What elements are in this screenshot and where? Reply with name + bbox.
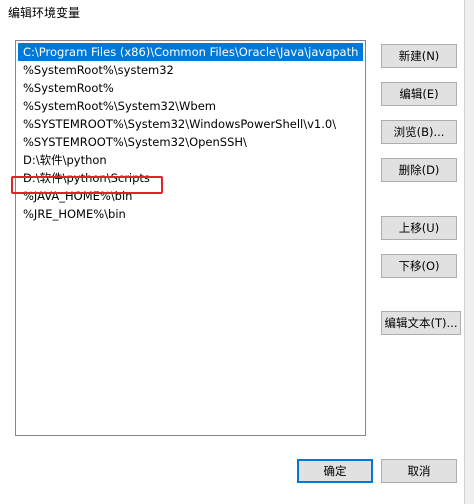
list-item[interactable]: D:\软件\python bbox=[18, 151, 363, 169]
edit-button[interactable]: 编辑(E) bbox=[381, 82, 457, 106]
list-item[interactable]: %SystemRoot%\system32 bbox=[18, 61, 363, 79]
list-item[interactable]: %SYSTEMROOT%\System32\OpenSSH\ bbox=[18, 133, 363, 151]
browse-button[interactable]: 浏览(B)... bbox=[381, 120, 457, 144]
path-list[interactable]: C:\Program Files (x86)\Common Files\Orac… bbox=[15, 40, 366, 436]
list-item[interactable]: %JRE_HOME%\bin bbox=[18, 205, 363, 223]
delete-button[interactable]: 删除(D) bbox=[381, 158, 457, 182]
list-item[interactable]: %SYSTEMROOT%\System32\WindowsPowerShell\… bbox=[18, 115, 363, 133]
title-bar: 编辑环境变量 bbox=[0, 0, 474, 28]
list-item[interactable]: C:\Program Files (x86)\Common Files\Orac… bbox=[18, 43, 363, 61]
new-button[interactable]: 新建(N) bbox=[381, 44, 457, 68]
window-edge bbox=[464, 0, 474, 504]
list-item[interactable]: %SystemRoot% bbox=[18, 79, 363, 97]
ok-button[interactable]: 确定 bbox=[297, 459, 373, 483]
list-item[interactable]: %SystemRoot%\System32\Wbem bbox=[18, 97, 363, 115]
highlight-annotation bbox=[11, 176, 163, 194]
dialog-title: 编辑环境变量 bbox=[8, 6, 81, 20]
edit-text-button[interactable]: 编辑文本(T)... bbox=[381, 311, 461, 335]
move-down-button[interactable]: 下移(O) bbox=[381, 254, 457, 278]
move-up-button[interactable]: 上移(U) bbox=[381, 216, 457, 240]
edit-env-var-dialog: 编辑环境变量 C:\Program Files (x86)\Common Fil… bbox=[0, 0, 474, 504]
cancel-button[interactable]: 取消 bbox=[381, 459, 457, 483]
